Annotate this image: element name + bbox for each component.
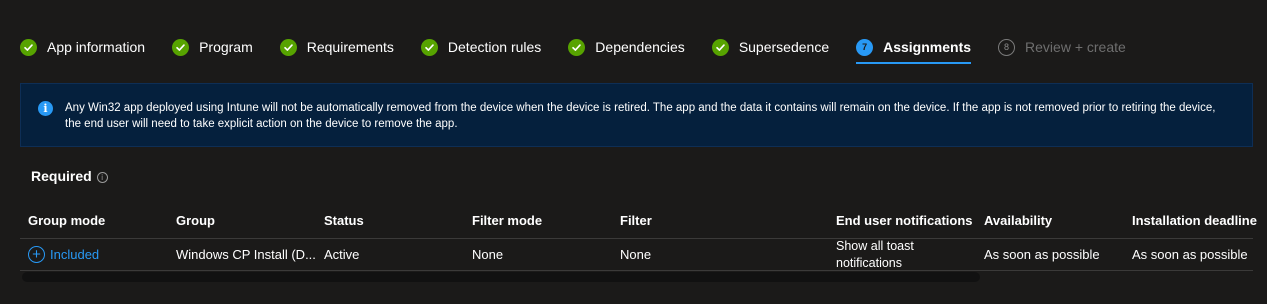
column-header-status: Status: [324, 213, 364, 228]
filter-mode-link[interactable]: None: [472, 239, 503, 270]
check-icon: [20, 38, 37, 56]
column-header-notifications: End user notifications: [836, 213, 973, 228]
deadline-link[interactable]: As soon as possible: [1132, 239, 1248, 270]
assignments-table: Group mode Group Status Filter mode Filt…: [20, 203, 1257, 271]
group-mode-link[interactable]: Included: [50, 247, 99, 262]
status-cell: Active: [324, 247, 360, 262]
info-circle-icon[interactable]: i: [96, 171, 108, 183]
banner-message: Any Win32 app deployed using Intune will…: [65, 102, 1216, 130]
group-name: Windows CP Install (D...: [176, 246, 316, 262]
notifications-link[interactable]: Show all toast notifications: [836, 239, 956, 270]
check-icon: [172, 38, 190, 56]
assignments-page: App information Program Requirements Det…: [0, 0, 1267, 304]
availability-link[interactable]: As soon as possible: [984, 239, 1100, 270]
info-banner: i Any Win32 app deployed using Intune wi…: [20, 83, 1253, 147]
step-review-create[interactable]: 8 Review + create: [998, 34, 1126, 60]
check-icon: [420, 38, 438, 56]
group-cell: Windows CP Install (D...: [176, 239, 316, 270]
step-number-icon: 8: [998, 38, 1016, 56]
step-label: App information: [47, 39, 146, 55]
check-icon: [279, 38, 297, 56]
horizontal-scrollbar[interactable]: [22, 272, 980, 282]
column-header-availability: Availability: [984, 213, 1053, 228]
table-header: Group mode Group Status Filter mode Filt…: [20, 203, 1257, 239]
section-heading: Required i: [31, 168, 108, 184]
step-detection-rules[interactable]: Detection rules: [420, 34, 542, 60]
info-icon: i: [38, 101, 53, 116]
add-circle-icon: +: [28, 246, 45, 263]
table-row[interactable]: + Included Windows CP Install (D... Acti…: [20, 239, 1253, 271]
filter-link[interactable]: None: [620, 239, 651, 270]
check-icon: [711, 38, 729, 56]
step-label: Requirements: [306, 39, 394, 55]
step-program[interactable]: Program: [172, 34, 253, 60]
section-title: Required: [31, 168, 92, 184]
step-label: Detection rules: [447, 39, 542, 55]
step-label: Program: [199, 39, 253, 55]
step-label: Review + create: [1025, 39, 1126, 55]
step-supersedence[interactable]: Supersedence: [711, 34, 830, 60]
wizard-steps: App information Program Requirements Det…: [20, 34, 1153, 64]
step-app-information[interactable]: App information: [20, 34, 145, 60]
step-dependencies[interactable]: Dependencies: [568, 34, 685, 60]
column-header-group: Group: [176, 213, 215, 228]
step-assignments[interactable]: 7 Assignments: [856, 34, 972, 64]
column-header-filter: Filter: [620, 213, 652, 228]
step-label: Assignments: [883, 39, 972, 55]
column-header-group-mode: Group mode: [28, 213, 106, 228]
column-header-filter-mode: Filter mode: [472, 213, 543, 228]
step-label: Dependencies: [595, 39, 685, 55]
step-label: Supersedence: [738, 39, 830, 55]
group-mode-cell[interactable]: + Included: [28, 239, 99, 270]
step-requirements[interactable]: Requirements: [279, 34, 394, 60]
step-number-icon: 7: [856, 38, 874, 56]
column-header-deadline: Installation deadline: [1132, 213, 1257, 228]
check-icon: [568, 38, 586, 56]
